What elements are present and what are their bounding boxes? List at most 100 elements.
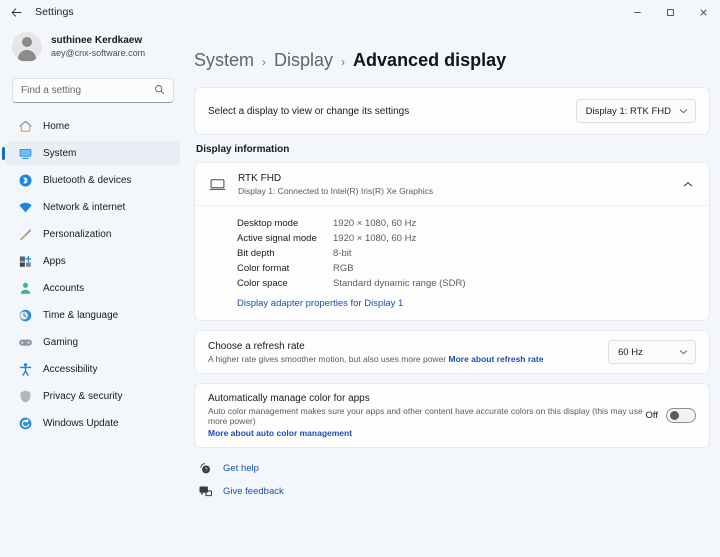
refresh-rate-card: Choose a refresh rate A higher rate give… <box>194 330 710 374</box>
minimize-button[interactable] <box>621 0 654 24</box>
page-title: Advanced display <box>353 50 507 70</box>
account-name: suthinee Kerdkaew <box>51 35 143 47</box>
sidebar-item-label: System <box>43 148 77 159</box>
minimize-icon <box>634 11 641 13</box>
sidebar-item-label: Privacy & security <box>43 391 123 402</box>
info-key: Color format <box>237 263 290 274</box>
info-value: Standard dynamic range (SDR) <box>333 278 466 289</box>
auto-color-toggle-state: Off <box>645 410 659 421</box>
sidebar-nav: Home System Bluetooth & devices Network … <box>0 114 186 438</box>
home-icon <box>17 119 33 135</box>
sidebar-item-label: Gaming <box>43 337 79 348</box>
info-key: Bit depth <box>237 248 275 259</box>
table-row: Desktop mode 1920 × 1080, 60 Hz <box>237 216 697 231</box>
account-tile[interactable]: suthinee Kerdkaew aey@cnx-software.com <box>0 28 186 66</box>
breadcrumb-display[interactable]: Display <box>274 50 333 71</box>
maximize-button[interactable] <box>654 0 687 24</box>
search-icon <box>154 84 165 98</box>
more-about-refresh-rate-link[interactable]: More about refresh rate <box>449 354 544 364</box>
sidebar-item-bluetooth-devices[interactable]: Bluetooth & devices <box>6 168 180 193</box>
search-container <box>0 66 186 103</box>
breadcrumb-system[interactable]: System <box>194 50 254 71</box>
search-box[interactable] <box>12 78 174 103</box>
svg-text:?: ? <box>204 467 207 473</box>
info-value: RGB <box>333 263 354 274</box>
auto-color-text: Automatically manage color for apps Auto… <box>208 393 646 438</box>
chevron-up-icon[interactable] <box>683 180 697 190</box>
auto-color-toggle-group: Off <box>645 408 696 423</box>
account-email: aey@cnx-software.com <box>51 47 146 58</box>
back-button[interactable] <box>3 1 29 23</box>
feedback-icon <box>197 484 213 499</box>
sidebar-item-accounts[interactable]: Accounts <box>6 276 180 301</box>
auto-color-row: Automatically manage color for apps Auto… <box>195 384 709 447</box>
update-refresh-icon <box>17 416 33 432</box>
sidebar-item-label: Home <box>43 121 70 132</box>
sidebar-item-time-language[interactable]: Time & language <box>6 303 180 328</box>
auto-color-title: Automatically manage color for apps <box>208 393 370 404</box>
settings-window: Settings suthinee Kerdkaew aey@cnx-softw… <box>0 0 720 557</box>
maximize-icon <box>667 8 674 16</box>
get-help-link[interactable]: Get help <box>223 463 259 474</box>
refresh-rate-dropdown[interactable]: 60 Hz <box>608 340 696 364</box>
info-value: 1920 × 1080, 60 Hz <box>333 233 417 244</box>
display-select-dropdown[interactable]: Display 1: RTK FHD <box>575 99 696 123</box>
system-monitor-icon <box>17 146 33 162</box>
table-row: Color space Standard dynamic range (SDR) <box>237 276 697 291</box>
display-adapter-properties-link[interactable]: Display adapter properties for Display 1 <box>237 298 403 309</box>
close-button[interactable] <box>687 0 720 24</box>
sidebar-item-home[interactable]: Home <box>6 114 180 139</box>
display-card-header[interactable]: RTK FHD Display 1: Connected to Intel(R)… <box>195 163 709 206</box>
breadcrumb-separator: › <box>262 55 267 69</box>
auto-color-toggle[interactable] <box>666 408 696 423</box>
sidebar-item-label: Accounts <box>43 283 85 294</box>
clock-globe-icon <box>17 308 33 324</box>
search-input[interactable] <box>21 85 154 96</box>
info-key: Active signal mode <box>237 233 317 244</box>
sidebar-item-windows-update[interactable]: Windows Update <box>6 411 180 436</box>
sidebar-item-personalization[interactable]: Personalization <box>6 222 180 247</box>
info-key: Desktop mode <box>237 218 299 229</box>
refresh-rate-text: Choose a refresh rate A higher rate give… <box>208 341 543 364</box>
chevron-down-icon <box>679 348 688 357</box>
sidebar-item-system[interactable]: System <box>2 141 180 166</box>
apps-icon <box>17 254 33 270</box>
info-key: Color space <box>237 278 288 289</box>
sidebar-item-label: Personalization <box>43 229 112 240</box>
give-feedback-row[interactable]: Give feedback <box>197 482 710 501</box>
sidebar-item-label: Bluetooth & devices <box>43 175 132 186</box>
sidebar-item-label: Network & internet <box>43 202 126 213</box>
sidebar-item-network-internet[interactable]: Network & internet <box>6 195 180 220</box>
table-row: Bit depth 8-bit <box>237 246 697 261</box>
sidebar-item-privacy-security[interactable]: Privacy & security <box>6 384 180 409</box>
sidebar-item-gaming[interactable]: Gaming <box>6 330 180 355</box>
footer-links: ? Get help Give feedback <box>194 459 710 501</box>
table-row: Color format RGB <box>237 261 697 276</box>
display-select-card: Select a display to view or change its s… <box>194 87 710 135</box>
window-controls <box>621 0 720 24</box>
give-feedback-link[interactable]: Give feedback <box>223 486 284 497</box>
title-bar: Settings <box>0 0 720 24</box>
back-arrow-icon <box>11 7 21 17</box>
window-body: suthinee Kerdkaew aey@cnx-software.com F… <box>0 24 720 557</box>
auto-color-card: Automatically manage color for apps Auto… <box>194 383 710 448</box>
bluetooth-icon <box>17 173 33 189</box>
breadcrumb-separator: › <box>341 55 346 69</box>
sidebar-item-apps[interactable]: Apps <box>6 249 180 274</box>
accessibility-person-icon <box>17 362 33 378</box>
get-help-row[interactable]: ? Get help <box>197 459 710 478</box>
info-value: 1920 × 1080, 60 Hz <box>333 218 417 229</box>
refresh-rate-row: Choose a refresh rate A higher rate give… <box>195 331 709 373</box>
more-about-auto-color-link[interactable]: More about auto color management <box>208 428 646 438</box>
app-title: Settings <box>35 6 74 18</box>
display-select-label: Select a display to view or change its s… <box>208 105 410 117</box>
sidebar-item-label: Accessibility <box>43 364 98 375</box>
sidebar-item-accessibility[interactable]: Accessibility <box>6 357 180 382</box>
display-name: RTK FHD <box>238 173 282 184</box>
display-select-value: Display 1: RTK FHD <box>585 105 671 117</box>
refresh-rate-value: 60 Hz <box>618 346 643 358</box>
chevron-down-icon <box>679 107 688 116</box>
info-value: 8-bit <box>333 248 352 259</box>
display-select-row: Select a display to view or change its s… <box>195 88 709 134</box>
sidebar: suthinee Kerdkaew aey@cnx-software.com F… <box>0 24 186 557</box>
